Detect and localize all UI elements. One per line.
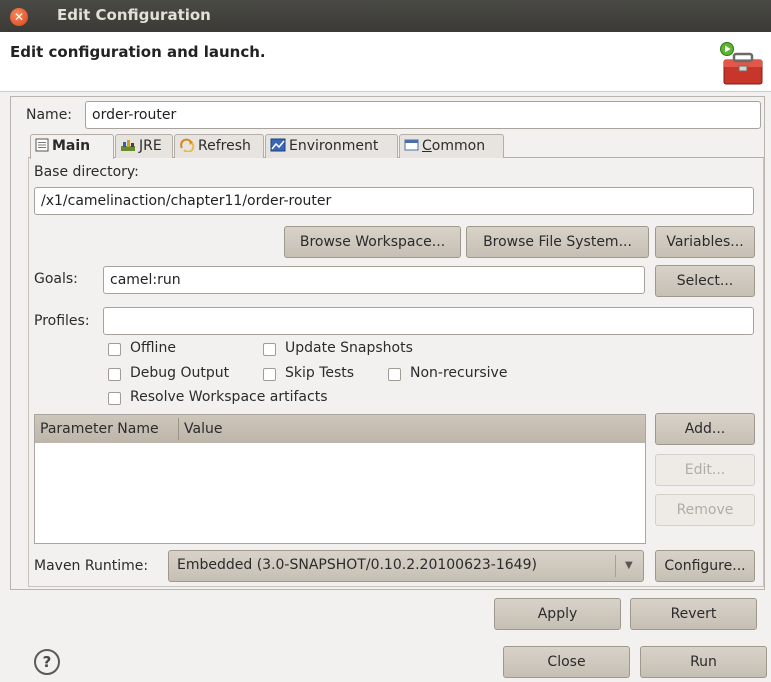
edit-parameter-button[interactable]: Edit... xyxy=(655,454,755,486)
debug-output-label: Debug Output xyxy=(130,365,230,381)
skip-tests-checkbox[interactable] xyxy=(263,368,276,381)
dropdown-divider xyxy=(615,555,616,577)
dialog-header xyxy=(0,32,771,92)
profiles-label: Profiles: xyxy=(34,313,90,329)
offline-label: Offline xyxy=(130,340,176,356)
resolve-workspace-label: Resolve Workspace artifacts xyxy=(130,389,328,405)
tab-main-label: Main xyxy=(52,138,91,154)
toolbox-run-icon xyxy=(718,40,766,86)
resolve-workspace-checkbox[interactable] xyxy=(108,392,121,405)
revert-button[interactable]: Revert xyxy=(630,598,757,630)
browse-file-system-button[interactable]: Browse File System... xyxy=(466,226,649,258)
variables-button[interactable]: Variables... xyxy=(655,226,755,258)
skip-tests-label: Skip Tests xyxy=(285,365,355,381)
non-recursive-checkbox[interactable] xyxy=(388,368,401,381)
configure-runtime-button[interactable]: Configure... xyxy=(655,550,755,582)
tab-common[interactable]: Common xyxy=(399,134,504,158)
window-icon xyxy=(404,137,419,159)
column-header-value[interactable]: Value xyxy=(184,415,222,443)
update-snapshots-checkbox[interactable] xyxy=(263,343,276,356)
maven-runtime-value: Embedded (3.0-SNAPSHOT/0.10.2.20100623-1… xyxy=(177,557,537,573)
column-divider xyxy=(178,418,179,440)
remove-parameter-button[interactable]: Remove xyxy=(655,494,755,526)
add-parameter-button[interactable]: Add... xyxy=(655,413,755,445)
maven-runtime-dropdown[interactable]: Embedded (3.0-SNAPSHOT/0.10.2.20100623-1… xyxy=(168,550,644,582)
tab-environment-label: Environment xyxy=(289,138,379,154)
debug-output-checkbox[interactable] xyxy=(108,368,121,381)
help-icon[interactable]: ? xyxy=(34,649,60,675)
chevron-down-icon: ▼ xyxy=(625,560,633,571)
apply-button[interactable]: Apply xyxy=(494,598,621,630)
tab-common-label: Common xyxy=(422,138,486,154)
run-button[interactable]: Run xyxy=(640,646,767,678)
environment-icon xyxy=(270,137,286,159)
tab-refresh-label: Refresh xyxy=(198,138,251,154)
maven-runtime-label: Maven Runtime: xyxy=(34,558,149,574)
parameters-table-header: Parameter Name Value xyxy=(35,415,645,443)
base-directory-input[interactable]: /x1/camelinaction/chapter11/order-router xyxy=(34,187,754,215)
goals-label: Goals: xyxy=(34,271,78,287)
non-recursive-label: Non-recursive xyxy=(410,365,508,381)
tab-environment[interactable]: Environment xyxy=(265,134,398,158)
name-label: Name: xyxy=(26,107,73,123)
column-header-parameter-name[interactable]: Parameter Name xyxy=(40,415,159,443)
select-goals-button[interactable]: Select... xyxy=(655,265,755,297)
window-title: Edit Configuration xyxy=(57,6,211,24)
name-input[interactable]: order-router xyxy=(85,101,761,129)
tab-jre-label: JRE xyxy=(139,138,162,154)
browse-workspace-button[interactable]: Browse Workspace... xyxy=(284,226,461,258)
library-icon xyxy=(120,137,136,159)
base-directory-label: Base directory: xyxy=(34,164,139,180)
goals-input[interactable]: camel:run xyxy=(103,266,645,294)
offline-checkbox[interactable] xyxy=(108,343,121,356)
tab-main[interactable]: Main xyxy=(30,134,114,159)
tab-refresh[interactable]: Refresh xyxy=(174,134,264,158)
close-button[interactable]: Close xyxy=(503,646,630,678)
update-snapshots-label: Update Snapshots xyxy=(285,340,413,356)
profiles-input[interactable] xyxy=(103,307,754,335)
document-icon xyxy=(35,137,49,159)
refresh-icon xyxy=(179,137,195,159)
close-window-icon[interactable]: ✕ xyxy=(10,8,28,26)
header-title: Edit configuration and launch. xyxy=(10,43,266,61)
tab-jre[interactable]: JRE xyxy=(115,134,173,158)
